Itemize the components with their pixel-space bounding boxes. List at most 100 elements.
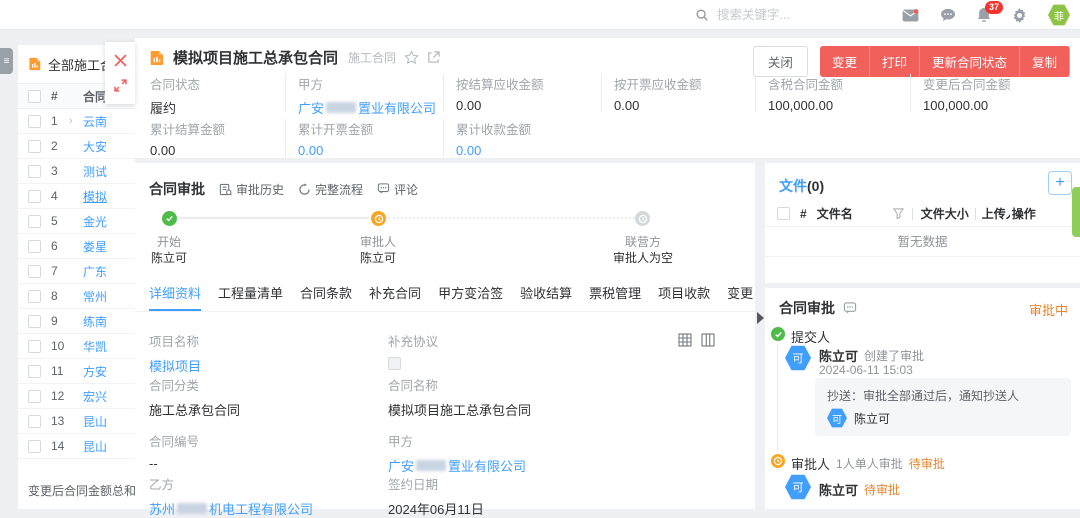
select-all-checkbox[interactable] (28, 90, 41, 103)
approval-history-link[interactable]: 审批历史 (219, 181, 284, 198)
row-checkbox[interactable] (28, 165, 41, 178)
contract-list-row[interactable]: 1 › 云南 (18, 109, 135, 134)
contract-list-row[interactable]: 12 › 宏兴 (18, 384, 135, 409)
mail-icon[interactable] (902, 9, 919, 22)
favorite-star-icon[interactable] (404, 50, 419, 65)
row-checkbox[interactable] (28, 440, 41, 453)
detail-tab[interactable]: 详细资料 (149, 279, 201, 311)
gear-icon[interactable] (1012, 8, 1027, 23)
total-received-link[interactable]: 0.00 (456, 143, 531, 158)
contract-link[interactable]: 测试 (83, 163, 107, 180)
files-select-all-checkbox[interactable] (777, 207, 790, 220)
sidebar-toggle-handle[interactable]: ≡ (0, 48, 13, 74)
contract-link[interactable]: 练南 (83, 313, 107, 330)
row-checkbox[interactable] (28, 315, 41, 328)
contract-link[interactable]: 娄星 (83, 238, 107, 255)
contract-link[interactable]: 昆山 (83, 438, 107, 455)
header-actions: 关闭 变更 打印 更新合同状态 复制 (753, 46, 1070, 77)
action-button[interactable]: 复制 (1020, 46, 1070, 77)
cc-note-text: 抄送：审批全部通过后，通知抄送人 (827, 387, 1019, 404)
field-contract-category: 合同分类 施工总承包合同 (149, 375, 240, 419)
detail-tab[interactable]: 项目收款 (658, 279, 710, 311)
contract-list-row[interactable]: 10 › 华凯 (18, 334, 135, 359)
expand-arrow-icon[interactable]: › (69, 115, 83, 127)
contract-link[interactable]: 广东 (83, 263, 107, 280)
global-search[interactable] (695, 0, 867, 30)
total-invoiced-link[interactable]: 0.00 (298, 143, 373, 158)
message-icon[interactable] (940, 8, 956, 22)
row-checkbox[interactable] (28, 340, 41, 353)
topbar: 37 菲 (0, 0, 1080, 30)
contract-list-row[interactable]: 8 › 常州 (18, 284, 135, 309)
detail-tab[interactable]: 补充合同 (369, 279, 421, 311)
detail-tab[interactable]: 验收结算 (520, 279, 572, 311)
close-list-icon[interactable] (114, 54, 127, 67)
contract-link[interactable]: 金光 (83, 213, 107, 230)
search-input[interactable] (717, 8, 867, 22)
row-checkbox[interactable] (28, 115, 41, 128)
contract-link[interactable]: 华凯 (83, 338, 107, 355)
row-checkbox[interactable] (28, 140, 41, 153)
contract-list-row[interactable]: 2 › 大安 (18, 134, 135, 159)
action-button[interactable]: 更新合同状态 (920, 46, 1020, 77)
contract-detail-panel: 合同审批 审批历史 完整流程 评论 开始 陈立可 审批人 陈立可 联营方 审批人… (135, 163, 755, 509)
detail-tab[interactable]: 合同条款 (300, 279, 352, 311)
detail-tab[interactable]: 票税管理 (589, 279, 641, 311)
step-partner-person: 审批人为空 (588, 249, 698, 266)
table-view-icon[interactable] (678, 333, 692, 347)
open-in-new-icon[interactable] (427, 51, 440, 64)
contract-link[interactable]: 宏兴 (83, 388, 107, 405)
project-link[interactable]: 模拟项目 (149, 356, 201, 375)
contract-link[interactable]: 昆山 (83, 413, 107, 430)
collapse-right-panel-handle[interactable] (757, 312, 764, 324)
expand-list-icon[interactable] (114, 79, 127, 92)
right-edge-scroll-tab[interactable] (1072, 187, 1080, 237)
contract-link[interactable]: 大安 (83, 138, 107, 155)
approver-name[interactable]: 陈立可 (819, 480, 858, 499)
contract-list-row[interactable]: 14 › 昆山 (18, 434, 135, 459)
contract-list-row[interactable]: 5 › 金光 (18, 209, 135, 234)
bell-icon[interactable]: 37 (977, 7, 991, 23)
contract-list-row[interactable]: 4 › 模拟 (18, 184, 135, 209)
contract-list-row[interactable]: 9 › 练南 (18, 309, 135, 334)
close-button[interactable]: 关闭 (753, 46, 808, 77)
contract-link[interactable]: 云南 (83, 113, 107, 130)
row-checkbox[interactable] (28, 390, 41, 403)
contract-link[interactable]: 方安 (83, 363, 107, 380)
redacted-text (416, 460, 446, 471)
approver-clock-icon (771, 454, 785, 468)
contract-list-row[interactable]: 13 › 昆山 (18, 409, 135, 434)
detail-tab[interactable]: 甲方变洽签 (438, 279, 503, 311)
contract-title: 模拟项目施工总承包合同 (173, 47, 338, 68)
comments-link[interactable]: 评论 (377, 181, 418, 198)
approval-flow-header: 合同审批 审批历史 完整流程 评论 (149, 179, 418, 199)
approval-panel-header: 合同审批 (779, 298, 857, 318)
contract-list-row[interactable]: 11 › 方安 (18, 359, 135, 384)
column-divider (975, 208, 976, 220)
column-view-icon[interactable] (701, 333, 715, 347)
row-checkbox[interactable] (28, 415, 41, 428)
contract-link[interactable]: 常州 (83, 288, 107, 305)
document-icon (28, 57, 42, 71)
row-checkbox[interactable] (28, 365, 41, 378)
party-a-link[interactable]: 广安置业有限公司 (298, 98, 436, 117)
action-button[interactable]: 变更 (820, 46, 870, 77)
row-checkbox[interactable] (28, 190, 41, 203)
row-checkbox[interactable] (28, 290, 41, 303)
detail-tab[interactable]: 变更 (727, 279, 753, 311)
full-process-link[interactable]: 完整流程 (298, 181, 363, 198)
contract-link[interactable]: 模拟 (83, 188, 107, 205)
action-button[interactable]: 打印 (870, 46, 920, 77)
party-a-link[interactable]: 广安置业有限公司 (388, 456, 526, 475)
row-checkbox[interactable] (28, 265, 41, 278)
row-checkbox[interactable] (28, 240, 41, 253)
user-avatar[interactable]: 菲 (1048, 4, 1070, 26)
comment-icon[interactable] (843, 302, 857, 315)
add-file-button[interactable]: + (1048, 171, 1072, 195)
filter-funnel-icon[interactable] (893, 208, 904, 219)
contract-list-row[interactable]: 3 › 测试 (18, 159, 135, 184)
cc-name[interactable]: 陈立可 (854, 410, 890, 427)
supplement-checkbox[interactable] (388, 357, 401, 370)
detail-tab[interactable]: 工程量清单 (218, 279, 283, 311)
row-checkbox[interactable] (28, 215, 41, 228)
